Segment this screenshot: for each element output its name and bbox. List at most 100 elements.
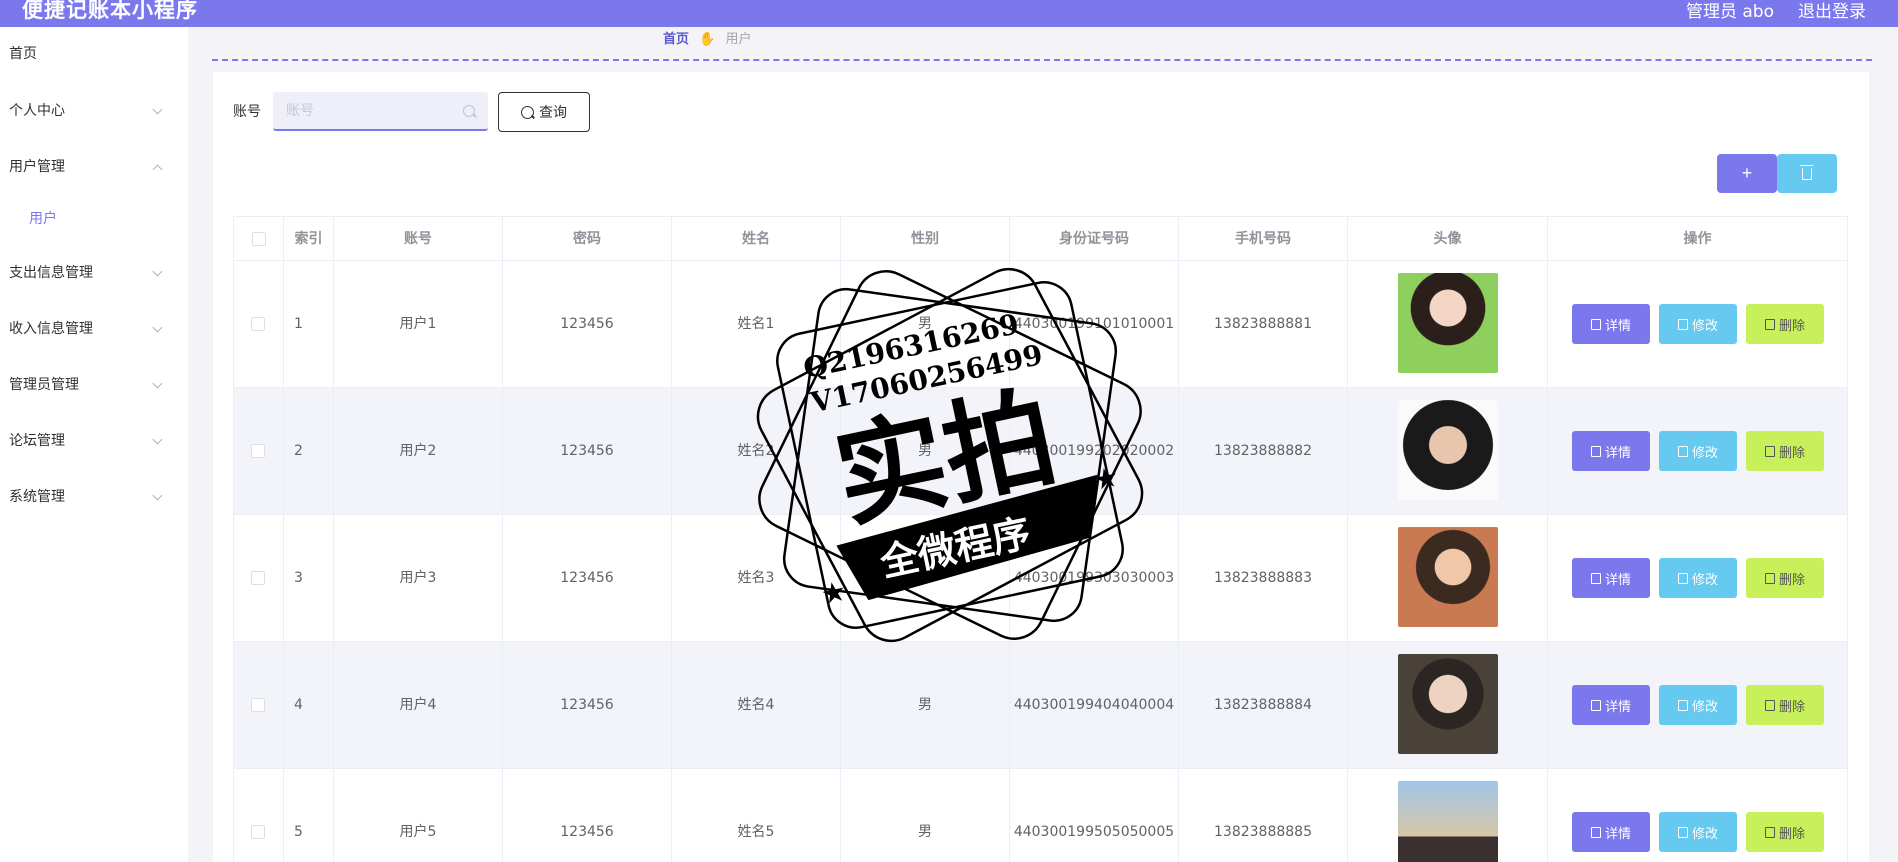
logout-link[interactable]: 退出登录 [1798, 0, 1866, 22]
edit-button-label: 修改 [1691, 445, 1718, 461]
cell-name: 姓名5 [672, 769, 841, 862]
header-gender: 性别 [841, 217, 1010, 262]
row-checkbox[interactable] [251, 571, 265, 585]
cell-actions: 详情 修改 删除 [1548, 642, 1847, 769]
avatar [1398, 273, 1498, 373]
sidebar-item-income-management[interactable]: 收入信息管理 [0, 309, 188, 349]
query-button[interactable]: 查询 [498, 92, 590, 132]
edit-button[interactable]: 修改 [1659, 812, 1737, 852]
breadcrumb: 首页 ✋ 用户 [663, 30, 752, 50]
chevron-down-icon [154, 309, 164, 349]
sidebar-item-personal-center[interactable]: 个人中心 [0, 91, 188, 131]
document-icon [1590, 826, 1601, 838]
sidebar-item-label: 支出信息管理 [9, 265, 93, 281]
avatar [1398, 400, 1498, 500]
cell-phone: 13823888881 [1179, 261, 1348, 388]
breadcrumb-divider [212, 59, 1872, 61]
chevron-down-icon [154, 477, 164, 517]
detail-button-label: 详情 [1604, 318, 1631, 334]
cell-account: 用户1 [334, 261, 503, 388]
cell-password: 123456 [503, 515, 672, 642]
sidebar-item-label: 管理员管理 [9, 377, 79, 393]
header-password: 密码 [503, 217, 672, 262]
cell-id-number: 440300199303030003 [1010, 515, 1179, 642]
cell-phone: 13823888885 [1179, 769, 1348, 862]
edit-button[interactable]: 修改 [1659, 558, 1737, 598]
delete-button[interactable]: 删除 [1746, 685, 1824, 725]
cell-id-number: 440300199101010001 [1010, 261, 1179, 388]
add-button[interactable]: + [1717, 154, 1777, 193]
sidebar-item-admin-management[interactable]: 管理员管理 [0, 365, 188, 405]
trash-icon [1764, 699, 1775, 711]
sidebar-item-home[interactable]: 首页 [0, 34, 188, 74]
cell-avatar [1348, 261, 1548, 388]
row-checkbox[interactable] [251, 698, 265, 712]
cell-actions: 详情 修改 删除 [1548, 261, 1847, 388]
detail-button[interactable]: 详情 [1572, 431, 1650, 471]
sidebar: 首页 个人中心 用户管理 用户 支出信息管理 收入信息管理 管理员管理 论坛管理… [0, 27, 188, 862]
sidebar-item-label: 系统管理 [9, 489, 65, 505]
edit-button[interactable]: 修改 [1659, 304, 1737, 344]
sidebar-item-expense-management[interactable]: 支出信息管理 [0, 253, 188, 293]
chevron-down-icon [154, 365, 164, 405]
pencil-icon [1677, 572, 1688, 584]
breadcrumb-home[interactable]: 首页 [663, 32, 689, 47]
cell-index: 1 [284, 261, 334, 388]
sidebar-item-forum-management[interactable]: 论坛管理 [0, 421, 188, 461]
cell-account: 用户4 [334, 642, 503, 769]
cell-id-number: 440300199202020002 [1010, 388, 1179, 515]
detail-button[interactable]: 详情 [1572, 558, 1650, 598]
cell-name: 姓名1 [672, 261, 841, 388]
cell-name: 姓名2 [672, 388, 841, 515]
document-icon [1590, 445, 1601, 457]
row-checkbox[interactable] [251, 317, 265, 331]
row-select-cell [234, 642, 284, 769]
table-row: 3 用户3 123456 姓名3 男 440300199303030003 13823888… [233, 515, 1848, 642]
table-header: 索引 账号 密码 姓名 性别 身份证号码 手机号码 头像 操作 [233, 216, 1848, 262]
cell-password: 123456 [503, 642, 672, 769]
table-row: 4 用户4 123456 姓名4 男 440300199404040004 13823888… [233, 642, 1848, 769]
sidebar-item-user-management[interactable]: 用户管理 [0, 147, 188, 187]
avatar [1398, 781, 1498, 862]
cell-account: 用户5 [334, 769, 503, 862]
select-all-checkbox[interactable] [252, 232, 266, 246]
pencil-icon [1677, 445, 1688, 457]
detail-button[interactable]: 详情 [1572, 304, 1650, 344]
cell-name: 姓名3 [672, 515, 841, 642]
cell-password: 123456 [503, 769, 672, 862]
header-name: 姓名 [672, 217, 841, 262]
trash-icon [1764, 572, 1775, 584]
chevron-down-icon [154, 253, 164, 293]
avatar [1398, 527, 1498, 627]
row-checkbox[interactable] [251, 444, 265, 458]
table-row: 5 用户5 123456 姓名5 男 440300199505050005 13823888… [233, 769, 1848, 862]
edit-button[interactable]: 修改 [1659, 685, 1737, 725]
cell-gender: 男 [841, 515, 1010, 642]
detail-button[interactable]: 详情 [1572, 685, 1650, 725]
edit-button-label: 修改 [1691, 318, 1718, 334]
cell-password: 123456 [503, 388, 672, 515]
delete-button[interactable]: 删除 [1746, 558, 1824, 598]
sidebar-item-system-management[interactable]: 系统管理 [0, 477, 188, 517]
search-input[interactable] [273, 92, 488, 131]
cell-avatar [1348, 769, 1548, 862]
delete-button[interactable]: 删除 [1746, 812, 1824, 852]
cell-account: 用户2 [334, 388, 503, 515]
batch-delete-button[interactable] [1777, 154, 1837, 193]
header-actions: 操作 [1683, 231, 1712, 247]
document-icon [1590, 318, 1601, 330]
delete-button[interactable]: 删除 [1746, 431, 1824, 471]
breadcrumb-current: 用户 [725, 32, 752, 47]
detail-button-label: 详情 [1604, 826, 1631, 842]
delete-button[interactable]: 删除 [1746, 304, 1824, 344]
detail-button[interactable]: 详情 [1572, 812, 1650, 852]
search-label: 账号 [233, 104, 261, 120]
sidebar-subitem-users[interactable]: 用户 [0, 199, 188, 239]
cell-phone: 13823888883 [1179, 515, 1348, 642]
edit-button[interactable]: 修改 [1659, 431, 1737, 471]
sidebar-item-label: 首页 [9, 46, 37, 62]
cell-index: 3 [284, 515, 334, 642]
cell-avatar [1348, 388, 1548, 515]
row-checkbox[interactable] [251, 825, 265, 839]
cell-gender: 男 [841, 261, 1010, 388]
